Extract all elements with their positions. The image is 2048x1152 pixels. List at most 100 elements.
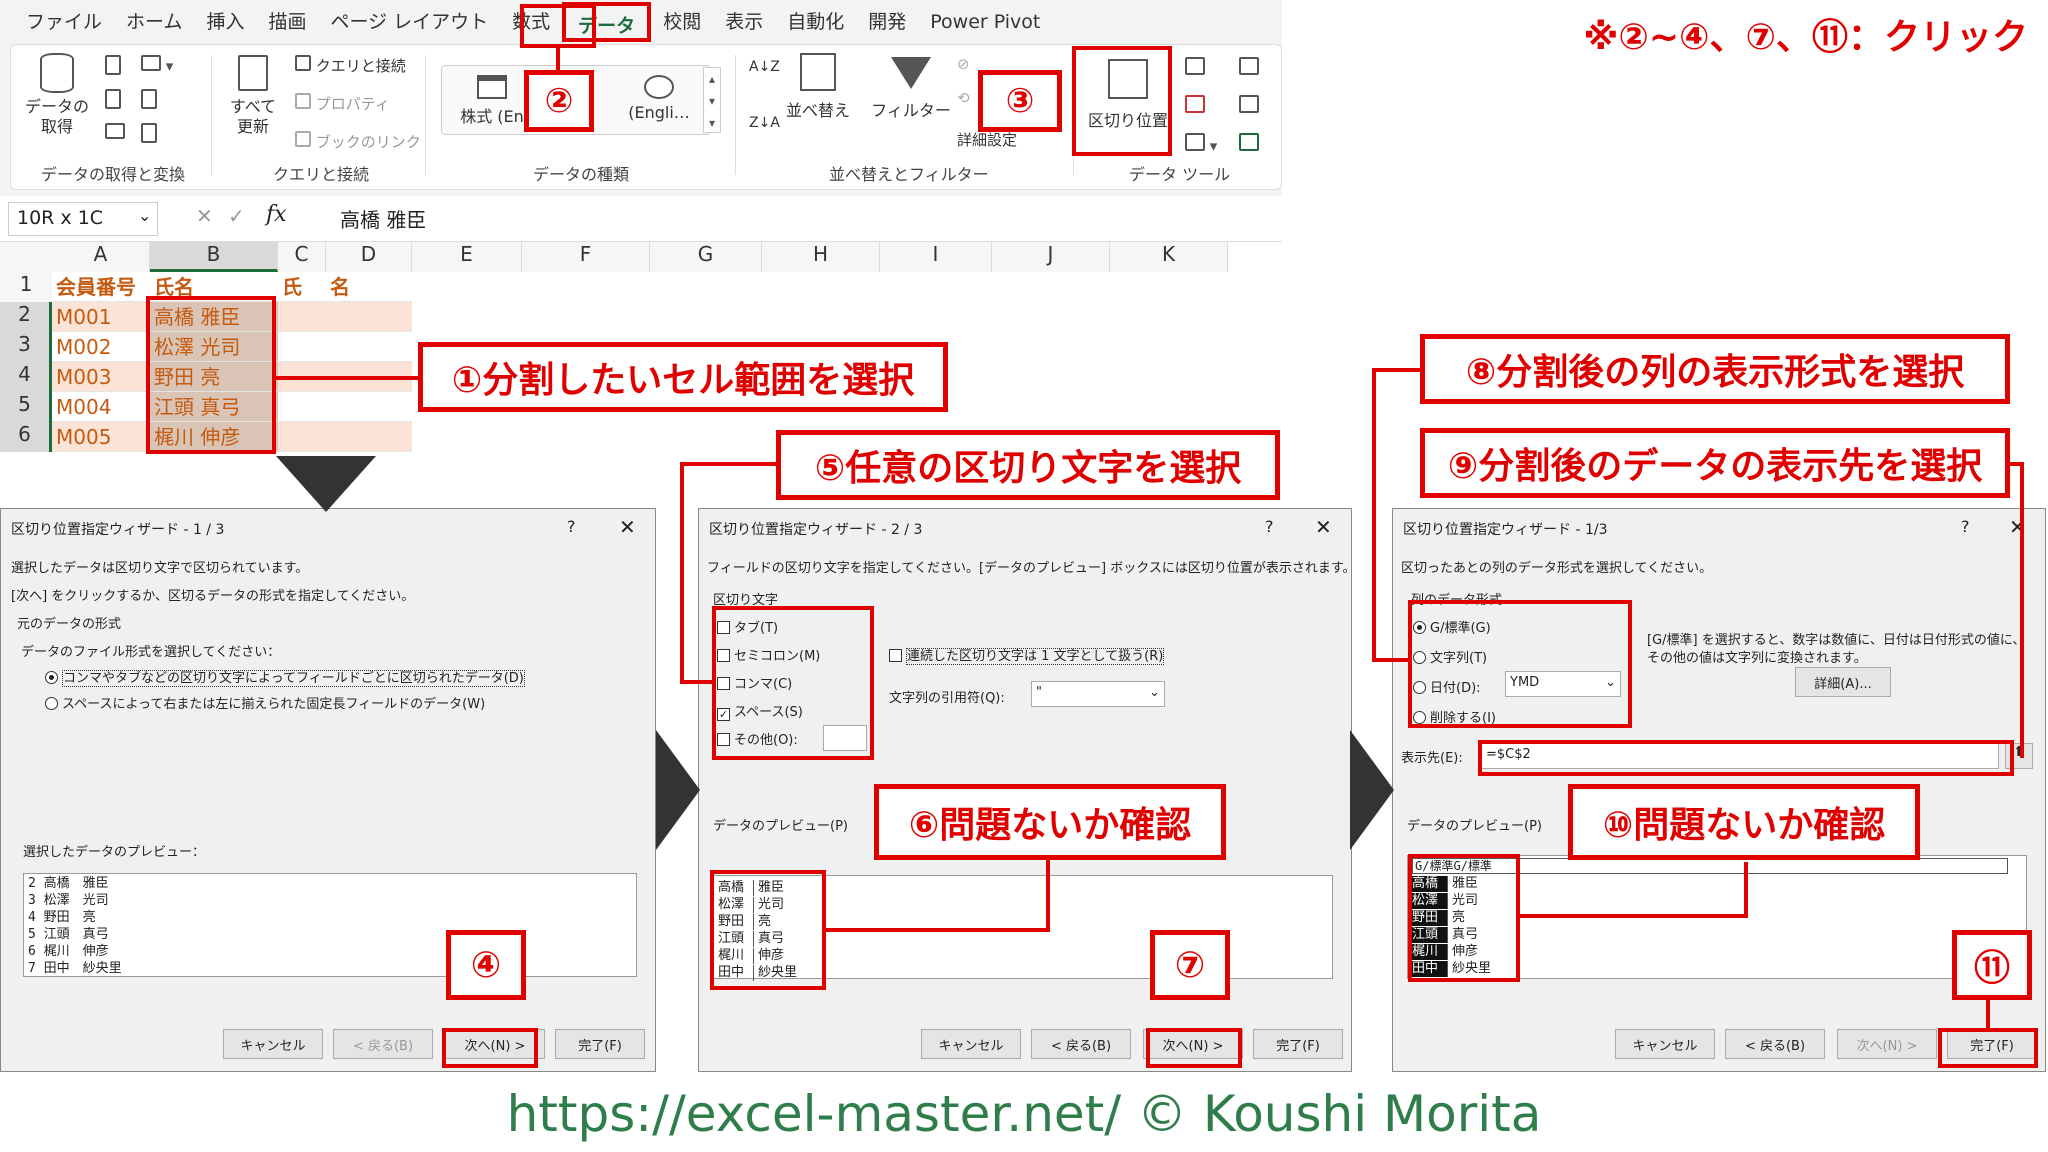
- formula-value[interactable]: 高橋 雅臣: [340, 204, 426, 233]
- help-icon[interactable]: ?: [1961, 517, 1970, 536]
- relationships-icon[interactable]: [1239, 95, 1259, 117]
- row-header-4[interactable]: 4: [0, 362, 52, 392]
- data-preview[interactable]: 2 高橋 雅臣 3 松澤 光司 4 野田 亮 5 江頭 真弓 6 梶川 伸彦 7 田中 紗…: [23, 873, 637, 977]
- properties-button[interactable]: プロパティ: [295, 93, 390, 114]
- tab-4[interactable]: ページ レイアウト: [318, 2, 500, 42]
- row-header-2[interactable]: 2: [0, 302, 52, 332]
- dialog-title: 区切り位置指定ウィザード - 1/3: [1403, 522, 1608, 538]
- member-id-cell[interactable]: M003: [52, 362, 150, 392]
- data-validation-icon[interactable]: ▾: [1185, 133, 1217, 155]
- tab-10[interactable]: 開発: [856, 2, 918, 42]
- select-all-corner[interactable]: [0, 242, 52, 272]
- callout-6: ⑥問題ないか確認: [874, 784, 1226, 860]
- help-icon[interactable]: ?: [1265, 517, 1274, 536]
- book-links-button[interactable]: ブックのリンク: [295, 131, 421, 152]
- tab-3[interactable]: 描画: [256, 2, 318, 42]
- reapply-icon[interactable]: ⟲: [957, 89, 970, 107]
- geography-button[interactable]: (Engli…: [619, 75, 699, 122]
- remove-duplicates-icon[interactable]: [1185, 95, 1205, 117]
- gallery-scroll[interactable]: ▴ ▾ ▾: [703, 67, 721, 133]
- consecutive-checkbox[interactable]: 連続した区切り文字は 1 文字として扱う(R): [889, 645, 1165, 665]
- header-cell[interactable]: 氏: [278, 272, 326, 302]
- flash-fill-icon[interactable]: [1185, 57, 1205, 79]
- row-header-5[interactable]: 5: [0, 392, 52, 422]
- back-button[interactable]: < 戻る(B): [1031, 1029, 1131, 1059]
- row-header-3[interactable]: 3: [0, 332, 52, 362]
- column-header-I[interactable]: I: [880, 242, 992, 272]
- finish-button[interactable]: 完了(F): [555, 1029, 645, 1059]
- member-id-cell[interactable]: M005: [52, 422, 150, 452]
- header-cell[interactable]: 会員番号: [52, 272, 150, 302]
- empty-cell[interactable]: [278, 332, 412, 362]
- get-data-button[interactable]: データの 取得: [25, 53, 89, 137]
- back-button[interactable]: < 戻る(B): [333, 1029, 433, 1059]
- qualifier-select[interactable]: " ⌄: [1031, 681, 1165, 707]
- sort-desc-icon[interactable]: Z↓A: [749, 115, 780, 131]
- cancel-button[interactable]: キャンセル: [1615, 1029, 1715, 1059]
- tab-1[interactable]: ホーム: [114, 2, 194, 42]
- close-icon[interactable]: ✕: [1315, 515, 1332, 539]
- tab-8[interactable]: 表示: [713, 2, 775, 42]
- group-label: 元のデータの形式: [17, 617, 122, 632]
- filter-button[interactable]: フィルター: [869, 53, 953, 121]
- highlight-text-to-columns: [1072, 46, 1172, 156]
- empty-cell[interactable]: [278, 422, 412, 452]
- cancel-icon[interactable]: ✕: [196, 204, 213, 228]
- data-model-icon[interactable]: [1239, 133, 1259, 155]
- column-header-F[interactable]: F: [522, 242, 650, 272]
- next-button[interactable]: 次へ(N) >: [1837, 1029, 1937, 1059]
- recent-sources-icon[interactable]: ▾: [141, 55, 173, 75]
- clear-filter-icon[interactable]: ⊘: [957, 55, 970, 73]
- column-header-E[interactable]: E: [412, 242, 522, 272]
- tab-0[interactable]: ファイル: [14, 2, 114, 42]
- empty-cell[interactable]: [278, 302, 412, 332]
- cancel-button[interactable]: キャンセル: [223, 1029, 323, 1059]
- header-cell[interactable]: 名: [326, 272, 412, 302]
- queries-connections-button[interactable]: クエリと接続: [295, 55, 406, 76]
- member-id-cell[interactable]: M004: [52, 392, 150, 422]
- tutorial-canvas: ※②~④、⑦、⑪：クリック ファイル ホーム 挿入 描画 ページ レイアウト 数式 データ校…: [0, 0, 2048, 1152]
- refresh-all-button[interactable]: すべて 更新: [221, 55, 285, 137]
- help-icon[interactable]: ?: [567, 517, 576, 536]
- existing-connections-icon[interactable]: [141, 89, 157, 113]
- tab-7[interactable]: 校閲: [651, 2, 713, 42]
- sort-button[interactable]: 並べ替え: [783, 53, 853, 121]
- column-header-A[interactable]: A: [52, 242, 150, 272]
- column-header-C[interactable]: C: [278, 242, 326, 272]
- column-header-G[interactable]: G: [650, 242, 762, 272]
- member-id-cell[interactable]: M001: [52, 302, 150, 332]
- column-header-K[interactable]: K: [1110, 242, 1228, 272]
- advanced-filter-button[interactable]: 詳細設定: [957, 129, 1017, 150]
- row-header-6[interactable]: 6: [0, 422, 52, 452]
- empty-cell[interactable]: [278, 392, 412, 422]
- column-header-J[interactable]: J: [992, 242, 1110, 272]
- member-id-cell[interactable]: M002: [52, 332, 150, 362]
- sort-asc-icon[interactable]: A↓Z: [749, 59, 780, 75]
- delimited-radio[interactable]: コンマやタブなどの区切り文字によってフィールドごとに区切られたデータ(D): [45, 667, 525, 687]
- back-button[interactable]: < 戻る(B): [1725, 1029, 1825, 1059]
- tab-2[interactable]: 挿入: [194, 2, 256, 42]
- consolidate-icon[interactable]: [1239, 57, 1259, 79]
- advanced-button[interactable]: 詳細(A)...: [1795, 667, 1891, 697]
- from-file-icon[interactable]: [141, 123, 157, 147]
- close-icon[interactable]: ✕: [619, 515, 636, 539]
- tab-11[interactable]: Power Pivot: [918, 2, 1052, 42]
- preview-row: 3 松澤 光司: [28, 893, 109, 908]
- from-text-icon[interactable]: [105, 55, 121, 79]
- finish-button[interactable]: 完了(F): [1253, 1029, 1343, 1059]
- column-header-B[interactable]: B: [150, 242, 278, 272]
- enter-icon[interactable]: ✓: [228, 204, 245, 228]
- formula-bar: 10R x 1C ⌄ ✕ ✓ fx 高橋 雅臣: [0, 196, 1282, 242]
- row-header-1[interactable]: 1: [0, 272, 52, 302]
- from-table-icon[interactable]: [105, 123, 125, 143]
- name-box[interactable]: 10R x 1C: [8, 202, 158, 236]
- from-web-icon[interactable]: [105, 89, 121, 113]
- fx-icon[interactable]: fx: [266, 202, 287, 227]
- cancel-button[interactable]: キャンセル: [921, 1029, 1021, 1059]
- tab-9[interactable]: 自動化: [775, 2, 856, 42]
- name-box-dropdown-icon[interactable]: ⌄: [138, 206, 151, 225]
- column-header-D[interactable]: D: [326, 242, 412, 272]
- fixed-width-radio[interactable]: スペースによって右または左に揃えられた固定長フィールドのデータ(W): [45, 693, 485, 712]
- chevron-down-icon: ⌄: [1149, 685, 1160, 700]
- column-header-H[interactable]: H: [762, 242, 880, 272]
